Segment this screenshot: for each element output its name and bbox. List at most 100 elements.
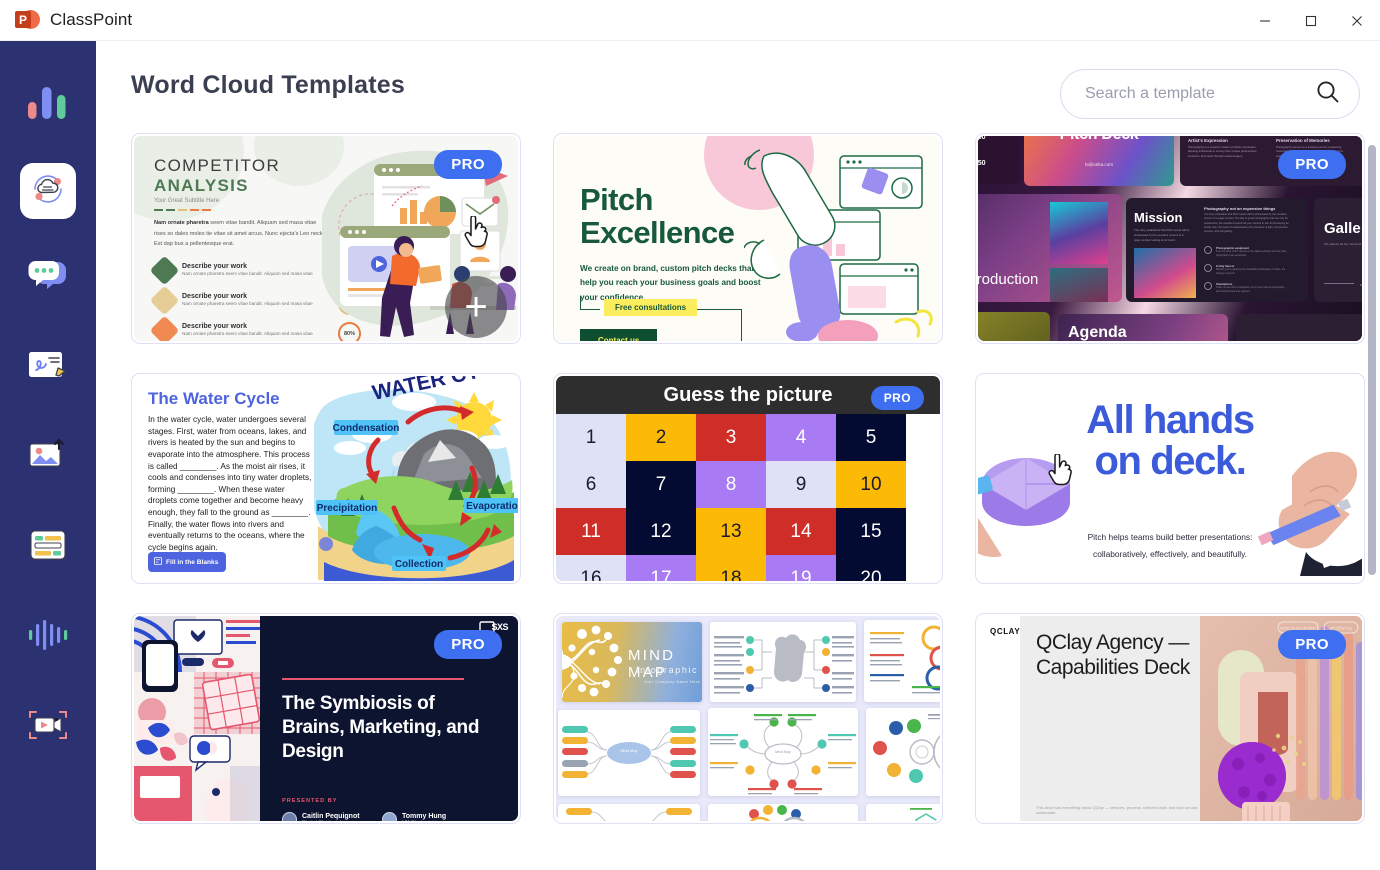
card7-collage (134, 616, 260, 821)
sidebar-item-video-upload[interactable] (16, 695, 80, 759)
add-template-button[interactable]: + (445, 276, 507, 338)
scrollbar-thumb[interactable] (1368, 145, 1376, 575)
guess-tile[interactable]: 15 (836, 508, 906, 555)
card1-title-line1: COMPETITOR (154, 156, 281, 175)
template-card-guess-the-picture[interactable]: Guess the picture 1 2 3 4 5 6 7 8 9 10 11 12 13 14 15 1… (553, 373, 943, 584)
card3-slide: If you can't feel what you're (1236, 314, 1362, 341)
close-button[interactable] (1334, 0, 1380, 41)
card3-slide-label: Mission (1134, 210, 1183, 225)
pro-badge: PRO (434, 150, 502, 179)
scrollbar-track[interactable] (1368, 141, 1376, 841)
card3-slide-label: Galle (1324, 220, 1361, 237)
card8-slide: Mind Map Infographic (866, 708, 940, 796)
guess-tile[interactable]: 2 (626, 414, 696, 461)
card1-item-desc: Nam ornate pharetra seem vitae bandit. A… (182, 331, 313, 337)
card8-cover-slide: MIND MAP Infographic Your Company Name H… (562, 622, 702, 702)
card7-presenter-role: UX Strategist (402, 820, 446, 821)
card2-title-line2: Excellence (580, 214, 735, 250)
card4-title: The Water Cycle (148, 389, 280, 408)
guess-tile[interactable]: 5 (836, 414, 906, 461)
guess-tile[interactable]: 18 (696, 555, 766, 581)
card8-slide (866, 804, 940, 821)
search-box[interactable] (1060, 69, 1360, 119)
card9-title: QClay Agency — Capabilities Deck (1036, 631, 1190, 680)
sidebar-item-audio-record[interactable] (16, 605, 80, 669)
card8-slide (864, 620, 940, 702)
sidebar-item-multiple-choice[interactable] (16, 73, 80, 137)
template-card-pitch-excellence[interactable]: Pitch Excellence We create on brand, cus… (553, 133, 943, 344)
card6-sub-line1: Pitch helps teams build better presentat… (1087, 532, 1253, 543)
template-card-pitch-deck[interactable]: $250 $350 Pitch Deck hi@osha.com Artist'… (975, 133, 1365, 344)
title-bar: P ClassPoint (0, 0, 1380, 41)
maximize-button[interactable] (1288, 0, 1334, 41)
template-card-water-cycle[interactable]: The Water Cycle In the water cycle, wate… (131, 373, 521, 584)
card7-presented-by: PRESENTED BY (282, 798, 338, 804)
card1-item-title: Describe your work (182, 323, 247, 331)
search-icon[interactable] (1315, 79, 1341, 110)
guess-tile[interactable]: 20 (836, 555, 906, 581)
template-card-mind-map[interactable]: MIND MAP Infographic Your Company Name H… (553, 613, 943, 824)
template-card-qclay[interactable]: QCLAY QClay Agency — Capabilities Deck T… (975, 613, 1365, 824)
card2-highlight-label: Free consultations (604, 299, 698, 316)
card4-diagram: WATER CYCLE Condensation Precipitation E… (314, 376, 518, 581)
card6-subtitle: Pitch helps teams build better presentat… (978, 529, 1362, 563)
guess-tile[interactable]: 17 (626, 555, 696, 581)
template-card-all-hands-on-deck[interactable]: All hands on deck. Pitch helps teams bui… (975, 373, 1365, 584)
minimize-button[interactable] (1242, 0, 1288, 41)
card3-slide-label: Agenda (1068, 324, 1127, 341)
search-input[interactable] (1085, 85, 1315, 103)
card7-presenter-name: Tommy Hung (402, 813, 447, 820)
card3-slide-label: Artist's Expression (1188, 138, 1228, 143)
guess-tile[interactable]: 19 (766, 555, 836, 581)
sidebar-item-slide-drawing[interactable] (16, 335, 80, 399)
guess-tile[interactable]: 14 (766, 508, 836, 555)
guess-tile[interactable]: 7 (626, 461, 696, 508)
card3-slide-sub: We capture all the moments that (1324, 242, 1362, 246)
card8-slide (708, 804, 858, 821)
card1-item: Describe your work Nam ornate pharetra s… (149, 315, 334, 341)
guess-tile[interactable]: 9 (766, 461, 836, 508)
guess-tile[interactable]: 13 (696, 508, 766, 555)
sidebar-item-image-upload[interactable] (16, 425, 80, 489)
guess-tile[interactable]: 16 (556, 555, 626, 581)
guess-tile[interactable]: 4 (766, 414, 836, 461)
guess-tile[interactable]: 1 (556, 414, 626, 461)
card8-slide (558, 804, 700, 821)
guess-tile[interactable]: 3 (696, 414, 766, 461)
card3-slide-label: Introduction (978, 271, 1039, 288)
sidebar-item-short-answer[interactable] (16, 245, 80, 309)
guess-tile[interactable]: 10 (836, 461, 906, 508)
card8-slide: Mind Map (708, 708, 858, 796)
card1-item-title: Describe your work (182, 293, 247, 301)
pro-badge: PRO (1278, 630, 1346, 659)
card3-slide: 01. Introduction (978, 194, 1122, 302)
sidebar-item-word-cloud[interactable] (20, 163, 76, 219)
card5-tile-grid: 123456789101112131415161718192021222324 (556, 414, 940, 581)
pro-badge: PRO (434, 630, 502, 659)
card8-cover-title: MIND MAP (628, 647, 676, 681)
card3-slide-label: Preservation of Memories (1276, 138, 1330, 143)
template-card-competitor-analysis[interactable]: COMPETITOR ANALYSIS Your Great Subtitle … (131, 133, 521, 344)
card7-presenter-name: Caitlin Pequignot (302, 813, 360, 820)
template-card-symbiosis[interactable]: SXS The Symbiosis of Brains, Marketing, … (131, 613, 521, 824)
avatar (382, 812, 397, 821)
audio-wave-icon (26, 618, 70, 657)
svg-text:Evaporation: Evaporation (466, 501, 518, 512)
image-upload-icon (26, 437, 70, 478)
guess-tile[interactable]: 11 (556, 508, 626, 555)
page-title: Word Cloud Templates (131, 71, 405, 99)
card1-item: Describe your work Nam ornate pharetra s… (149, 255, 334, 286)
guess-tile[interactable]: 12 (626, 508, 696, 555)
card2-cta-button[interactable]: Contact us (580, 329, 658, 341)
card1-body-bold: Nam ornate pharetra (154, 220, 209, 226)
guess-tile[interactable]: 6 (556, 461, 626, 508)
card8-slide (710, 622, 856, 702)
speech-bubble-icon (26, 257, 70, 298)
pro-badge: PRO (870, 386, 924, 410)
svg-text:Mind Map: Mind Map (775, 750, 791, 754)
card1-item: Describe your work Nam ornate pharetra s… (149, 285, 334, 316)
card4-badge-label: Fill in the Blanks (166, 558, 219, 566)
card3-slide-label: If you can't feel what you're (1248, 340, 1362, 341)
guess-tile[interactable]: 8 (696, 461, 766, 508)
sidebar-item-fill-in-the-blanks[interactable] (16, 515, 80, 579)
